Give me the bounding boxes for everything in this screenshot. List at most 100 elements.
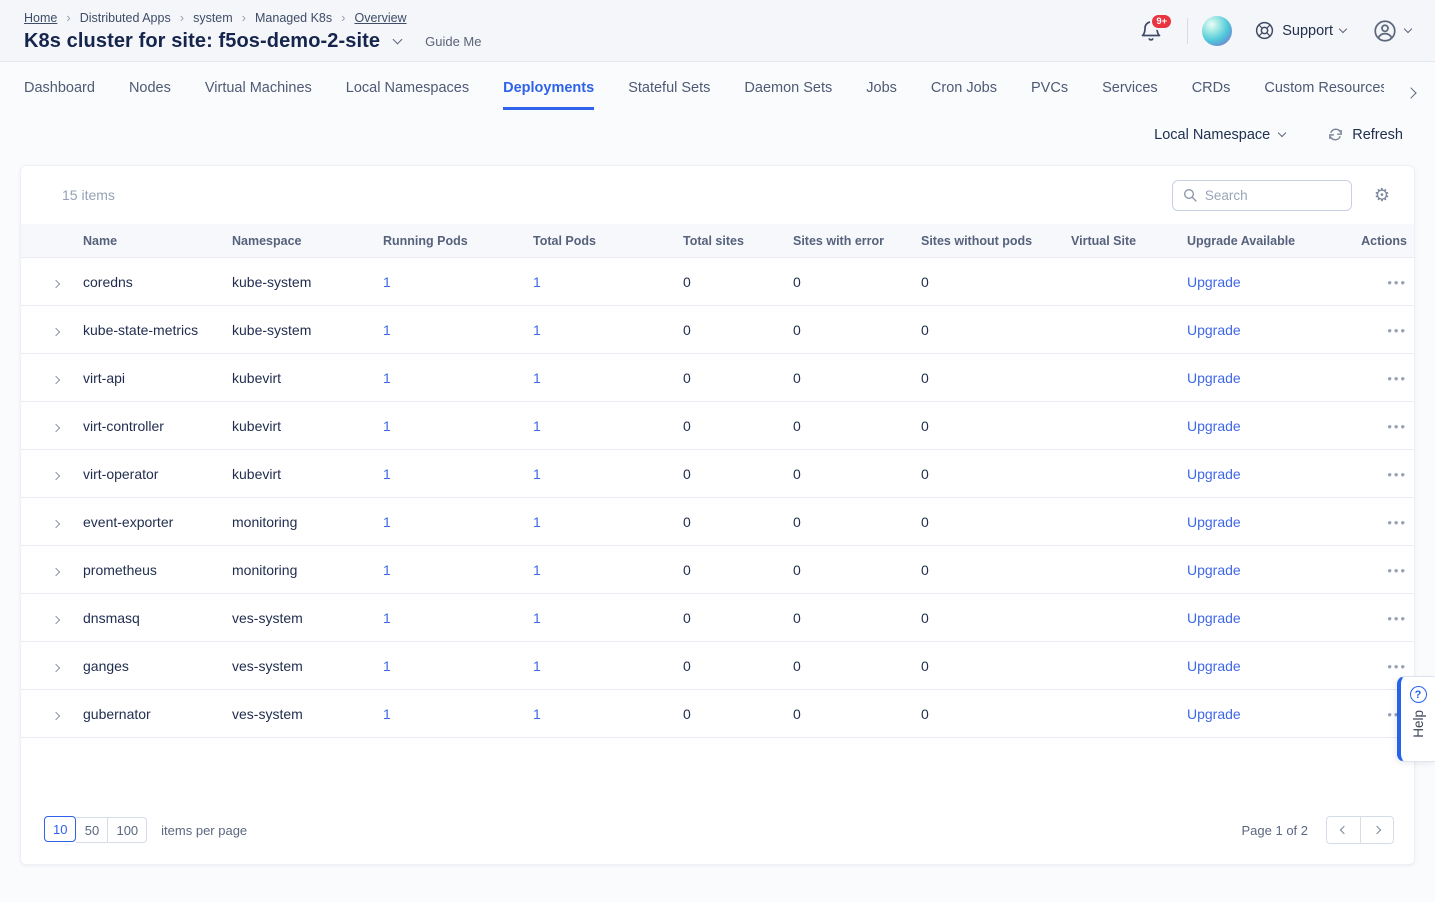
upgrade-link[interactable]: Upgrade <box>1187 658 1347 674</box>
cell-running-pods-link[interactable]: 1 <box>383 706 533 722</box>
namespace-selector[interactable]: Local Namespace <box>1154 127 1285 143</box>
cell-running-pods-link[interactable]: 1 <box>383 274 533 290</box>
row-actions-menu-button[interactable]: ••• <box>1387 275 1407 290</box>
tab-local-namespaces[interactable]: Local Namespaces <box>346 80 469 110</box>
cell-name: virt-operator <box>83 466 232 482</box>
breadcrumb-item[interactable]: system <box>193 11 233 25</box>
row-actions-menu-button[interactable]: ••• <box>1387 563 1407 578</box>
row-actions-menu-button[interactable]: ••• <box>1387 659 1407 674</box>
row-actions-menu-button[interactable]: ••• <box>1387 467 1407 482</box>
cell-namespace: ves-system <box>232 610 383 626</box>
cell-total-pods-link[interactable]: 1 <box>533 658 683 674</box>
column-header-upgrade-available: Upgrade Available <box>1187 234 1347 248</box>
expand-row-button[interactable] <box>41 706 83 722</box>
upgrade-link[interactable]: Upgrade <box>1187 706 1347 722</box>
next-page-button[interactable] <box>1360 816 1394 844</box>
upgrade-link[interactable]: Upgrade <box>1187 370 1347 386</box>
tab-custom-resources[interactable]: Custom Resources <box>1264 80 1384 110</box>
cell-total-pods-link[interactable]: 1 <box>533 322 683 338</box>
table-card-footer: 1050100 items per page Page 1 of 2 <box>21 802 1414 864</box>
search-input[interactable] <box>1172 180 1352 211</box>
help-button[interactable]: ? Help <box>1397 676 1435 762</box>
tab-cron-jobs[interactable]: Cron Jobs <box>931 80 997 110</box>
row-actions-menu-button[interactable]: ••• <box>1387 419 1407 434</box>
expand-row-button[interactable] <box>41 274 83 290</box>
breadcrumb-item[interactable]: Home <box>24 11 57 25</box>
tab-daemon-sets[interactable]: Daemon Sets <box>744 80 832 110</box>
upgrade-link[interactable]: Upgrade <box>1187 514 1347 530</box>
tab-services[interactable]: Services <box>1102 80 1158 110</box>
upgrade-link[interactable]: Upgrade <box>1187 418 1347 434</box>
tenant-avatar[interactable] <box>1202 16 1232 46</box>
row-actions-menu-button[interactable]: ••• <box>1387 323 1407 338</box>
upgrade-link[interactable]: Upgrade <box>1187 322 1347 338</box>
cell-running-pods-link[interactable]: 1 <box>383 562 533 578</box>
tab-dashboard[interactable]: Dashboard <box>24 80 95 110</box>
tab-virtual-machines[interactable]: Virtual Machines <box>205 80 312 110</box>
cell-namespace: kube-system <box>232 274 383 290</box>
breadcrumb-item[interactable]: Distributed Apps <box>80 11 171 25</box>
expand-row-button[interactable] <box>41 610 83 626</box>
title-chevron-down-icon[interactable] <box>393 35 403 45</box>
cell-name: coredns <box>83 274 232 290</box>
upgrade-link[interactable]: Upgrade <box>1187 466 1347 482</box>
cell-total-pods-link[interactable]: 1 <box>533 562 683 578</box>
upgrade-link[interactable]: Upgrade <box>1187 274 1347 290</box>
breadcrumb-item[interactable]: Overview <box>354 11 406 25</box>
cell-running-pods-link[interactable]: 1 <box>383 418 533 434</box>
tab-nodes[interactable]: Nodes <box>129 80 171 110</box>
row-actions-menu-button[interactable]: ••• <box>1387 611 1407 626</box>
cell-running-pods-link[interactable]: 1 <box>383 658 533 674</box>
cell-sites-with-error: 0 <box>793 658 921 674</box>
expand-row-button[interactable] <box>41 418 83 434</box>
upgrade-link[interactable]: Upgrade <box>1187 562 1347 578</box>
tab-crds[interactable]: CRDs <box>1192 80 1231 110</box>
page-size-10[interactable]: 10 <box>44 816 76 842</box>
table-settings-gear-icon[interactable]: ⚙ <box>1374 186 1390 204</box>
expand-row-button[interactable] <box>41 562 83 578</box>
cell-running-pods-link[interactable]: 1 <box>383 610 533 626</box>
tab-pvcs[interactable]: PVCs <box>1031 80 1068 110</box>
expand-row-button[interactable] <box>41 322 83 338</box>
tab-overflow-chevron-right-icon[interactable] <box>1407 84 1415 102</box>
cell-total-pods-link[interactable]: 1 <box>533 706 683 722</box>
cell-total-pods-link[interactable]: 1 <box>533 418 683 434</box>
namespace-chevron-down-icon <box>1278 129 1286 137</box>
cell-sites-with-error: 0 <box>793 466 921 482</box>
cell-sites-with-error: 0 <box>793 610 921 626</box>
column-header-namespace: Namespace <box>232 234 383 248</box>
cell-running-pods-link[interactable]: 1 <box>383 370 533 386</box>
cell-total-pods-link[interactable]: 1 <box>533 610 683 626</box>
cell-running-pods-link[interactable]: 1 <box>383 322 533 338</box>
refresh-button[interactable]: Refresh <box>1327 126 1403 143</box>
search-icon <box>1182 187 1198 203</box>
cell-total-sites: 0 <box>683 706 793 722</box>
previous-page-button[interactable] <box>1326 816 1360 844</box>
upgrade-link[interactable]: Upgrade <box>1187 610 1347 626</box>
expand-row-button[interactable] <box>41 466 83 482</box>
cell-running-pods-link[interactable]: 1 <box>383 466 533 482</box>
table-row: virt-apikubevirt11000Upgrade••• <box>21 354 1414 402</box>
row-actions-menu-button[interactable]: ••• <box>1387 371 1407 386</box>
notifications-button[interactable]: 9+ <box>1139 19 1163 43</box>
page-size-50[interactable]: 50 <box>76 817 108 843</box>
cell-sites-without-pods: 0 <box>921 706 1071 722</box>
expand-row-button[interactable] <box>41 370 83 386</box>
page-size-100[interactable]: 100 <box>108 817 147 843</box>
breadcrumb-item[interactable]: Managed K8s <box>255 11 332 25</box>
cell-sites-without-pods: 0 <box>921 466 1071 482</box>
tab-stateful-sets[interactable]: Stateful Sets <box>628 80 710 110</box>
tab-jobs[interactable]: Jobs <box>866 80 897 110</box>
cell-total-pods-link[interactable]: 1 <box>533 370 683 386</box>
expand-row-button[interactable] <box>41 514 83 530</box>
tab-deployments[interactable]: Deployments <box>503 80 594 110</box>
cell-total-pods-link[interactable]: 1 <box>533 274 683 290</box>
account-menu[interactable] <box>1372 18 1411 44</box>
cell-total-pods-link[interactable]: 1 <box>533 514 683 530</box>
support-menu[interactable]: Support <box>1254 20 1346 41</box>
cell-total-pods-link[interactable]: 1 <box>533 466 683 482</box>
expand-row-button[interactable] <box>41 658 83 674</box>
guide-me-button[interactable]: Guide Me <box>425 34 481 49</box>
row-actions-menu-button[interactable]: ••• <box>1387 515 1407 530</box>
cell-running-pods-link[interactable]: 1 <box>383 514 533 530</box>
